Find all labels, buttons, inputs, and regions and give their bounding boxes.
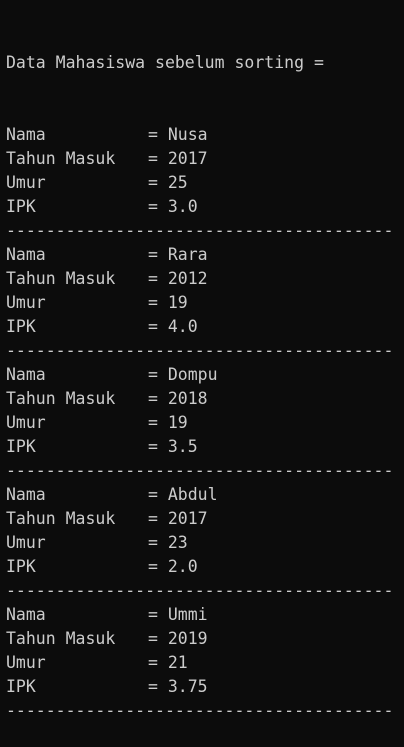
- terminal-output[interactable]: Data Mahasiswa sebelum sorting = Nama = N…: [0, 0, 404, 720]
- field-line-ipk: IPK = 3.75: [6, 675, 404, 699]
- field-label: Tahun Masuk: [6, 149, 116, 168]
- field-value: Dompu: [167, 365, 218, 384]
- field-line-umur: Umur = 21: [6, 651, 404, 675]
- field-label: IPK: [6, 317, 36, 336]
- field-separator: =: [148, 677, 168, 696]
- field-value: Ummi: [167, 605, 208, 624]
- field-label: Tahun Masuk: [6, 269, 116, 288]
- field-label: Tahun Masuk: [6, 389, 116, 408]
- field-value: 2019: [167, 629, 208, 648]
- student-record: Nama = Abdul Tahun Masuk = 2017 Umur = 23 IPK =…: [6, 483, 404, 603]
- field-value: 4.0: [167, 317, 198, 336]
- output-header: Data Mahasiswa sebelum sorting =: [6, 53, 324, 72]
- field-label: Nama: [6, 605, 46, 624]
- field-line-tahun-masuk: Tahun Masuk = 2017: [6, 507, 404, 531]
- field-label: Umur: [6, 413, 46, 432]
- record-divider: ---------------------------------------: [6, 461, 394, 480]
- field-label: Nama: [6, 365, 46, 384]
- field-label: Umur: [6, 293, 46, 312]
- field-value: 2017: [167, 149, 208, 168]
- field-line-nama: Nama = Nusa: [6, 123, 404, 147]
- field-value: Abdul: [167, 485, 218, 504]
- field-label: Umur: [6, 533, 46, 552]
- field-value: 2017: [167, 509, 208, 528]
- field-separator: =: [148, 269, 168, 288]
- field-separator: =: [148, 629, 168, 648]
- field-label: Tahun Masuk: [6, 509, 116, 528]
- field-separator: =: [148, 605, 168, 624]
- field-label: IPK: [6, 557, 36, 576]
- field-separator: =: [148, 557, 168, 576]
- field-value: 19: [167, 413, 188, 432]
- field-label: IPK: [6, 437, 36, 456]
- student-record: Nama = Rara Tahun Masuk = 2012 Umur = 19 IPK = …: [6, 243, 404, 363]
- field-line-ipk: IPK = 3.5: [6, 435, 404, 459]
- field-separator: =: [148, 437, 168, 456]
- field-label: Umur: [6, 653, 46, 672]
- field-label: Umur: [6, 173, 46, 192]
- field-line-nama: Nama = Abdul: [6, 483, 404, 507]
- field-separator: =: [148, 389, 168, 408]
- student-record: Nama = Nusa Tahun Masuk = 2017 Umur = 25 IPK = …: [6, 123, 404, 243]
- field-separator: =: [148, 125, 168, 144]
- student-record: Nama = Ummi Tahun Masuk = 2019 Umur = 21 IPK = …: [6, 603, 404, 723]
- field-separator: =: [148, 413, 168, 432]
- field-separator: =: [148, 365, 168, 384]
- field-separator: =: [148, 509, 168, 528]
- field-line-nama: Nama = Ummi: [6, 603, 404, 627]
- field-line-umur: Umur = 23: [6, 531, 404, 555]
- field-line-ipk: IPK = 2.0: [6, 555, 404, 579]
- field-separator: =: [148, 317, 168, 336]
- field-separator: =: [148, 653, 168, 672]
- field-label: Nama: [6, 245, 46, 264]
- field-line-nama: Nama = Rara: [6, 243, 404, 267]
- field-line-tahun-masuk: Tahun Masuk = 2012: [6, 267, 404, 291]
- field-value: 25: [167, 173, 188, 192]
- student-record: Nama = Dompu Tahun Masuk = 2018 Umur = 19 IPK =…: [6, 363, 404, 483]
- field-line-tahun-masuk: Tahun Masuk = 2018: [6, 387, 404, 411]
- record-divider: ---------------------------------------: [6, 341, 394, 360]
- field-line-umur: Umur = 19: [6, 291, 404, 315]
- field-value: 23: [167, 533, 188, 552]
- field-value: 2012: [167, 269, 208, 288]
- field-line-umur: Umur = 25: [6, 171, 404, 195]
- field-value: 2018: [167, 389, 208, 408]
- field-label: Nama: [6, 485, 46, 504]
- field-label: IPK: [6, 677, 36, 696]
- field-value: 2.0: [167, 557, 198, 576]
- field-line-nama: Nama = Dompu: [6, 363, 404, 387]
- field-value: 3.5: [167, 437, 198, 456]
- field-value: 19: [167, 293, 188, 312]
- field-separator: =: [148, 293, 168, 312]
- field-line-tahun-masuk: Tahun Masuk = 2019: [6, 627, 404, 651]
- field-separator: =: [148, 485, 168, 504]
- field-value: Nusa: [167, 125, 208, 144]
- field-separator: =: [148, 533, 168, 552]
- field-line-ipk: IPK = 4.0: [6, 315, 404, 339]
- record-divider: ---------------------------------------: [6, 221, 394, 240]
- field-value: 3.75: [167, 677, 208, 696]
- student-list: Nama = Nusa Tahun Masuk = 2017 Umur = 25 IPK = …: [6, 123, 404, 723]
- field-line-ipk: IPK = 3.0: [6, 195, 404, 219]
- field-line-tahun-masuk: Tahun Masuk = 2017: [6, 147, 404, 171]
- field-label: Nama: [6, 125, 46, 144]
- field-separator: =: [148, 197, 168, 216]
- field-separator: =: [148, 173, 168, 192]
- field-separator: =: [148, 149, 168, 168]
- field-value: 21: [167, 653, 188, 672]
- field-separator: =: [148, 245, 168, 264]
- field-value: Rara: [167, 245, 208, 264]
- field-line-umur: Umur = 19: [6, 411, 404, 435]
- record-divider: ---------------------------------------: [6, 701, 394, 720]
- field-value: 3.0: [167, 197, 198, 216]
- field-label: Tahun Masuk: [6, 629, 116, 648]
- field-label: IPK: [6, 197, 36, 216]
- record-divider: ---------------------------------------: [6, 581, 394, 600]
